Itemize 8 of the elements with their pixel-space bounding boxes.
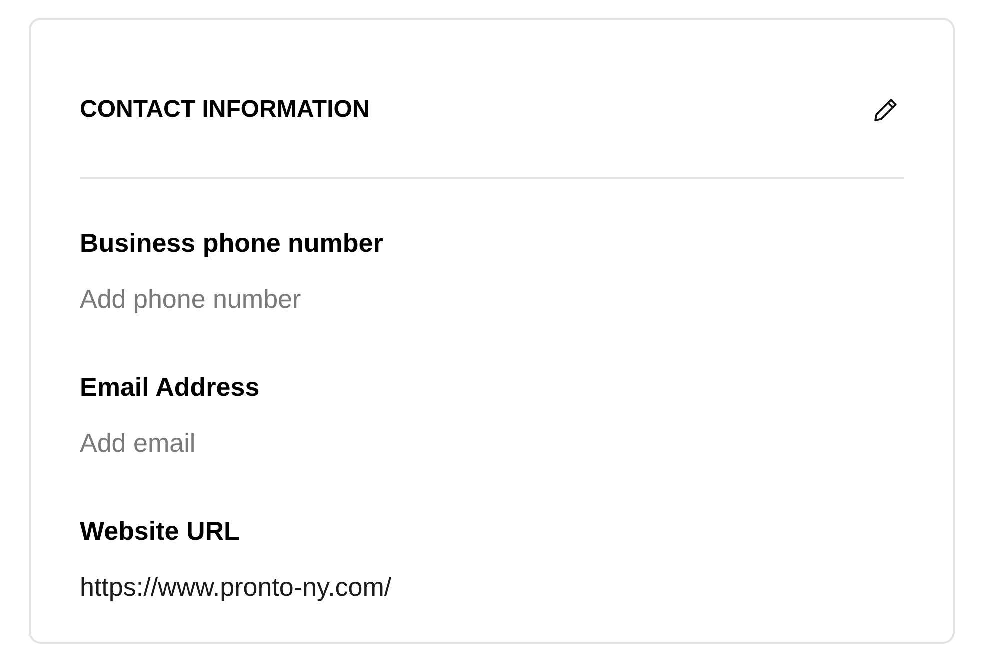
pencil-icon bbox=[872, 96, 900, 124]
field-label: Website URL bbox=[80, 515, 241, 547]
field-value: https://www.pronto-ny.com/ bbox=[80, 571, 393, 603]
field-label: Business phone number bbox=[80, 227, 384, 259]
add-link[interactable]: Add phone number bbox=[80, 283, 904, 315]
add-link[interactable]: Add email bbox=[80, 427, 904, 459]
card-title: CONTACT INFORMATION bbox=[80, 95, 370, 125]
field-label: Email Address bbox=[80, 371, 261, 403]
